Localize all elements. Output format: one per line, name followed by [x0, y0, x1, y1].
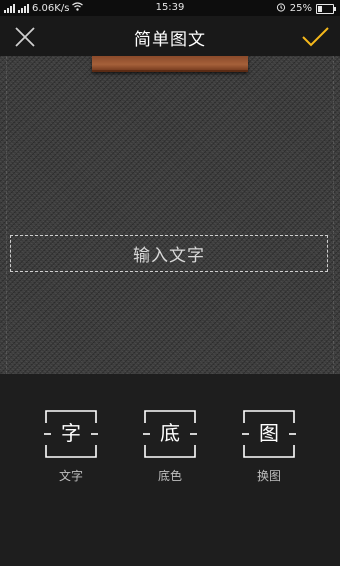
- stitch-decoration: [6, 56, 7, 374]
- text-tool-button[interactable]: 字 文字: [36, 409, 106, 484]
- background-canvas[interactable]: 输入文字: [0, 56, 340, 374]
- status-right: 25%: [276, 2, 336, 15]
- text-tool-glyph: 字: [61, 421, 81, 445]
- background-tool-glyph: 底: [160, 421, 180, 445]
- background-icon: 底: [143, 409, 197, 459]
- battery-percent: 25%: [289, 3, 312, 14]
- stitch-decoration: [333, 56, 334, 374]
- bottom-toolbar: 字 文字 底 底色 图 换图: [0, 374, 340, 566]
- page-title: 简单图文: [134, 30, 206, 50]
- image-icon: 图: [242, 409, 296, 459]
- text-tool-label: 文字: [58, 469, 83, 483]
- alarm-icon: [276, 2, 286, 15]
- text-icon: 字: [44, 409, 98, 459]
- status-bar: 6.06K/s 15:39 25%: [0, 0, 340, 16]
- confirm-button[interactable]: [300, 22, 330, 52]
- battery-icon: [316, 3, 336, 14]
- background-tool-button[interactable]: 底 底色: [135, 409, 205, 484]
- background-tool-label: 底色: [157, 469, 182, 483]
- title-bar: 简单图文: [0, 16, 340, 56]
- text-input-area[interactable]: 输入文字: [10, 235, 328, 272]
- image-tool-button[interactable]: 图 换图: [234, 409, 304, 484]
- image-tool-glyph: 图: [259, 421, 279, 445]
- leather-tag-decoration: [92, 56, 248, 72]
- image-tool-label: 换图: [256, 469, 281, 483]
- checkmark-icon: [302, 27, 329, 47]
